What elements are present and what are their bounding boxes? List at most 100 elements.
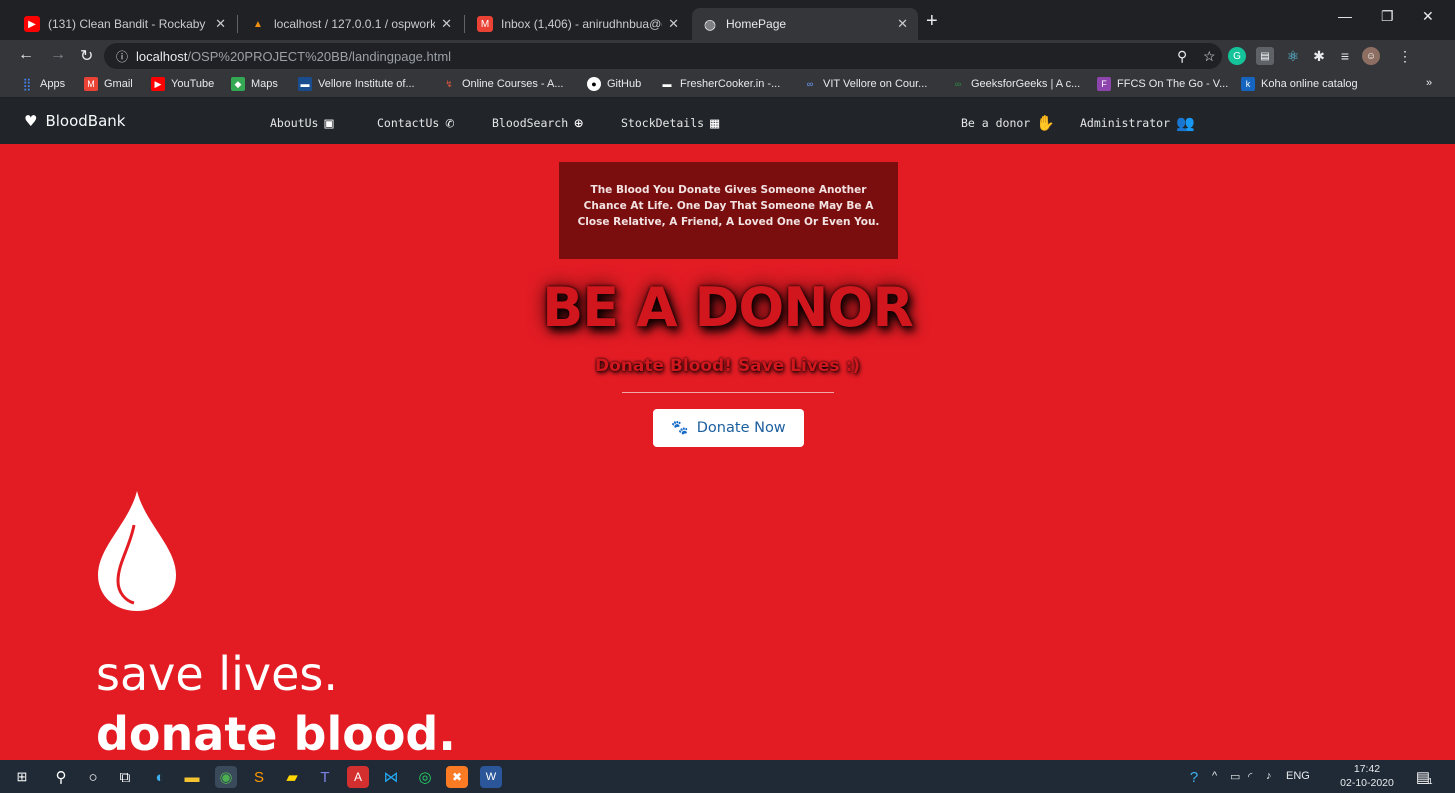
- tab-separator: [237, 15, 238, 33]
- grammarly-extension-icon[interactable]: G: [1228, 47, 1246, 65]
- close-tab-icon[interactable]: ✕: [897, 16, 908, 32]
- extension-icon[interactable]: ▤: [1256, 47, 1274, 65]
- volume-icon[interactable]: ♪: [1266, 770, 1272, 782]
- minimize-icon[interactable]: —: [1338, 8, 1352, 24]
- donate-now-button[interactable]: 🐾 Donate Now: [653, 409, 804, 447]
- koha-icon: k: [1241, 77, 1255, 91]
- vscode-icon[interactable]: ⋈: [380, 766, 402, 788]
- bookmark-gmail[interactable]: M Gmail: [84, 77, 133, 91]
- menu-kebab-icon[interactable]: ⋮: [1396, 47, 1414, 65]
- id-card-icon: ▣: [324, 114, 334, 132]
- nav-blood-search[interactable]: BloodSearch ⊕: [492, 114, 583, 132]
- profile-avatar[interactable]: ☺: [1362, 47, 1380, 65]
- users-cog-icon: 👥: [1176, 114, 1195, 132]
- reload-icon[interactable]: ↻: [80, 46, 93, 66]
- extensions-puzzle-icon[interactable]: ✱: [1310, 47, 1328, 65]
- battery-icon[interactable]: ▭: [1230, 770, 1240, 783]
- nav-label: ContactUs: [377, 116, 440, 130]
- close-tab-icon[interactable]: ✕: [215, 16, 226, 32]
- nav-about-us[interactable]: AboutUs ▣: [270, 114, 334, 132]
- vit-icon: ▬: [298, 77, 312, 91]
- help-icon[interactable]: ?: [1183, 766, 1205, 788]
- close-tab-icon[interactable]: ✕: [441, 16, 452, 32]
- bookmark-label: Apps: [40, 78, 66, 90]
- search-icon[interactable]: ⚲: [50, 766, 72, 788]
- bookmark-online-courses[interactable]: ↯ Online Courses - A...: [442, 77, 563, 91]
- nav-administrator[interactable]: Administrator 👥: [1080, 114, 1195, 132]
- bookmark-github[interactable]: ● GitHub: [587, 77, 641, 91]
- forward-icon[interactable]: →: [50, 46, 66, 64]
- tab-phpmyadmin[interactable]: ▲ localhost / 127.0.0.1 / ospwork / ✕: [240, 8, 462, 40]
- tab-homepage[interactable]: ◍ HomePage ✕: [692, 8, 918, 40]
- tab-title: (131) Clean Bandit - Rockaby: [48, 17, 206, 31]
- word-icon[interactable]: W: [480, 766, 502, 788]
- url-host: localhost: [136, 48, 188, 64]
- xampp-icon[interactable]: ✖: [446, 766, 468, 788]
- brand-link[interactable]: ♥ BloodBank: [24, 112, 125, 130]
- maximize-icon[interactable]: ❐: [1381, 8, 1394, 25]
- address-bar[interactable]: ⓘ localhost /OSP%20PROJECT%20BB/landingp…: [104, 43, 1222, 69]
- bookmark-freshercooker[interactable]: ▬ FresherCooker.in -...: [660, 77, 781, 91]
- bookmark-ffcs[interactable]: F FFCS On The Go - V...: [1097, 77, 1228, 91]
- bookmark-geeksforgeeks[interactable]: ∞ GeeksforGeeks | A c...: [951, 77, 1080, 91]
- bookmark-label: GeeksforGeeks | A c...: [971, 78, 1081, 90]
- new-tab-icon[interactable]: +: [926, 10, 938, 33]
- maps-icon: ◆: [231, 77, 245, 91]
- site-info-icon[interactable]: ⓘ: [116, 48, 128, 65]
- file-explorer-icon[interactable]: ▬: [181, 766, 203, 788]
- youtube-icon: ▶: [151, 77, 165, 91]
- nav-label: Administrator: [1080, 116, 1171, 130]
- youtube-icon: ▶: [24, 16, 40, 32]
- bookmarks-bar: ⣿ Apps M Gmail ▶ YouTube ◆ Maps ▬ Vellore Ins…: [0, 72, 1455, 98]
- wifi-icon[interactable]: ◜: [1248, 770, 1252, 783]
- divider: [622, 392, 834, 393]
- sticky-notes-icon[interactable]: ▰: [281, 766, 303, 788]
- reading-list-icon[interactable]: ≡: [1336, 47, 1354, 65]
- search-plus-icon: ⊕: [574, 114, 584, 132]
- bookmark-apps[interactable]: ⣿ Apps: [20, 77, 65, 91]
- bookmark-star-icon[interactable]: ☆: [1203, 48, 1216, 65]
- bookmark-youtube[interactable]: ▶ YouTube: [151, 77, 214, 91]
- more-bookmarks-icon[interactable]: »: [1426, 77, 1432, 89]
- close-tab-icon[interactable]: ✕: [668, 16, 679, 32]
- whatsapp-icon[interactable]: ◎: [414, 766, 436, 788]
- bookmark-koha[interactable]: k Koha online catalog: [1241, 77, 1358, 91]
- bookmark-label: Vellore Institute of...: [318, 78, 415, 90]
- clock[interactable]: 17:42 02-10-2020: [1336, 762, 1398, 790]
- notification-count: 1: [1428, 777, 1433, 786]
- bookmark-label: VIT Vellore on Cour...: [823, 78, 928, 90]
- edge-icon[interactable]: ◐: [149, 766, 171, 788]
- coursera-icon: ∞: [806, 79, 814, 89]
- tab-separator: [464, 15, 465, 33]
- close-window-icon[interactable]: ✕: [1422, 8, 1434, 25]
- nav-label: Be a donor: [961, 116, 1031, 130]
- back-icon[interactable]: ←: [18, 46, 34, 64]
- teams-icon[interactable]: T: [314, 766, 336, 788]
- tab-youtube[interactable]: ▶ (131) Clean Bandit - Rockaby ✕: [14, 8, 236, 40]
- windows-start-icon[interactable]: ⊞: [11, 766, 33, 788]
- bookmark-label: YouTube: [171, 78, 215, 90]
- nav-be-a-donor[interactable]: Be a donor ✋: [961, 114, 1055, 132]
- blood-drop-icon: [98, 491, 176, 611]
- language-indicator[interactable]: ENG: [1286, 770, 1310, 782]
- bookmark-label: GitHub: [607, 78, 642, 90]
- site-navbar: ♥ BloodBank AboutUs ▣ ContactUs ✆ BloodSea…: [0, 98, 1455, 144]
- nav-stock-details[interactable]: StockDetails ▦: [621, 114, 719, 132]
- chrome-icon[interactable]: ◉: [215, 766, 237, 788]
- task-view-icon[interactable]: ⧉: [114, 766, 136, 788]
- acrobat-icon[interactable]: A: [347, 766, 369, 788]
- sublime-text-icon[interactable]: S: [248, 766, 270, 788]
- show-hidden-icons-icon[interactable]: ^: [1212, 770, 1217, 782]
- bookmark-coursera[interactable]: ∞ VIT Vellore on Cour...: [803, 77, 928, 91]
- bookmark-vellore[interactable]: ▬ Vellore Institute of...: [298, 77, 415, 91]
- tab-gmail[interactable]: M Inbox (1,406) - anirudhnbua@gm ✕: [467, 8, 689, 40]
- slogan-line-2: donate blood.: [96, 707, 456, 760]
- nav-contact-us[interactable]: ContactUs ✆: [377, 114, 454, 132]
- subheadline: Donate Blood! Save Lives :): [594, 356, 861, 376]
- udemy-icon: ↯: [445, 78, 453, 89]
- gmail-icon: M: [84, 77, 98, 91]
- zoom-icon[interactable]: ⚲: [1177, 48, 1187, 65]
- cortana-icon[interactable]: ○: [82, 766, 104, 788]
- bookmark-maps[interactable]: ◆ Maps: [231, 77, 278, 91]
- react-devtools-icon[interactable]: ⚛: [1284, 47, 1302, 65]
